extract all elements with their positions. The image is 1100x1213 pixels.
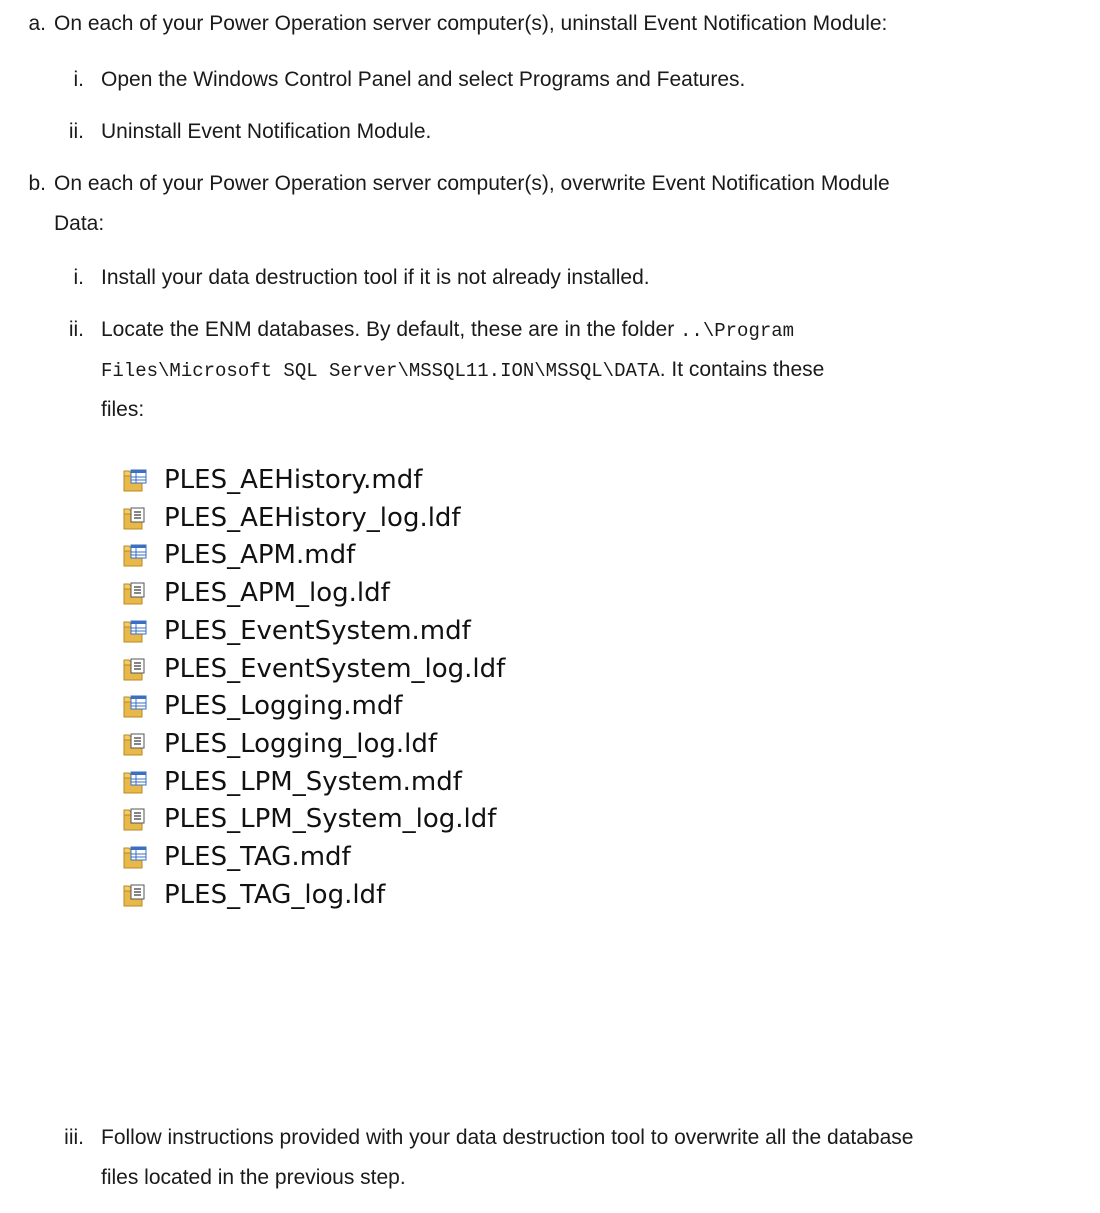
database-file-icon bbox=[122, 542, 148, 568]
file-name: PLES_AEHistory.mdf bbox=[164, 465, 423, 495]
log-file-icon bbox=[122, 882, 148, 908]
step-b-ii-line3: files: bbox=[101, 398, 145, 421]
file-name: PLES_Logging_log.ldf bbox=[164, 729, 438, 759]
file-name: PLES_LPM_System_log.ldf bbox=[164, 804, 497, 834]
step-b-ii-text2: . It contains these bbox=[659, 358, 825, 381]
file-name: PLES_EventSystem.mdf bbox=[164, 616, 471, 646]
step-b-i-text: Install your data destruction tool if it… bbox=[101, 266, 650, 289]
step-b-ii-marker: ii. bbox=[68, 318, 84, 341]
file-item: PLES_APM.mdf bbox=[122, 537, 355, 573]
step-b-iii-line2: files located in the previous step. bbox=[101, 1166, 406, 1189]
file-item: PLES_AEHistory.mdf bbox=[122, 462, 422, 498]
step-b-iii-line1: Follow instructions provided with your d… bbox=[101, 1126, 914, 1149]
folder-path-part2: Files\Microsoft SQL Server\MSSQL11.ION\M… bbox=[101, 360, 660, 382]
step-b-i-marker: i. bbox=[73, 266, 85, 289]
database-file-icon bbox=[122, 769, 148, 795]
step-b-text-line2: Data: bbox=[54, 212, 105, 235]
step-b-text-line1: On each of your Power Operation server c… bbox=[54, 172, 890, 195]
folder-path-part1: ..\Program bbox=[680, 320, 795, 342]
file-item: PLES_EventSystem_log.ldf bbox=[122, 651, 505, 687]
step-a-ii-text: Uninstall Event Notification Module. bbox=[101, 120, 432, 143]
file-item: PLES_TAG.mdf bbox=[122, 839, 351, 875]
file-item: PLES_LPM_System_log.ldf bbox=[122, 801, 496, 837]
step-b-ii-text1: Locate the ENM databases. By default, th… bbox=[101, 318, 681, 341]
file-item: PLES_Logging_log.ldf bbox=[122, 726, 437, 762]
file-item: PLES_AEHistory_log.ldf bbox=[122, 500, 461, 536]
step-a-text: On each of your Power Operation server c… bbox=[54, 12, 888, 35]
step-b-marker: b. bbox=[28, 172, 46, 195]
file-name: PLES_APM.mdf bbox=[164, 540, 356, 570]
file-name: PLES_TAG.mdf bbox=[164, 842, 351, 872]
log-file-icon bbox=[122, 656, 148, 682]
file-item: PLES_APM_log.ldf bbox=[122, 575, 390, 611]
file-name: PLES_LPM_System.mdf bbox=[164, 767, 462, 797]
step-a-i-marker: i. bbox=[73, 68, 85, 91]
log-file-icon bbox=[122, 731, 148, 757]
file-name: PLES_APM_log.ldf bbox=[164, 578, 390, 608]
file-item: PLES_Logging.mdf bbox=[122, 688, 403, 724]
file-name: PLES_TAG_log.ldf bbox=[164, 880, 386, 910]
database-file-icon bbox=[122, 467, 148, 493]
file-item: PLES_LPM_System.mdf bbox=[122, 764, 462, 800]
step-b-iii-marker: iii. bbox=[64, 1126, 84, 1149]
step-a-i-text: Open the Windows Control Panel and selec… bbox=[101, 68, 746, 91]
step-b-ii-line2: Files\Microsoft SQL Server\MSSQL11.ION\M… bbox=[101, 354, 824, 387]
file-item: PLES_EventSystem.mdf bbox=[122, 613, 471, 649]
log-file-icon bbox=[122, 505, 148, 531]
log-file-icon bbox=[122, 806, 148, 832]
step-b-ii-line1: Locate the ENM databases. By default, th… bbox=[101, 314, 794, 347]
database-file-icon bbox=[122, 618, 148, 644]
step-a-marker: a. bbox=[28, 12, 46, 35]
file-name: PLES_AEHistory_log.ldf bbox=[164, 503, 461, 533]
database-file-icon bbox=[122, 693, 148, 719]
file-name: PLES_Logging.mdf bbox=[164, 691, 403, 721]
file-item: PLES_TAG_log.ldf bbox=[122, 877, 385, 913]
file-name: PLES_EventSystem_log.ldf bbox=[164, 654, 506, 684]
database-file-icon bbox=[122, 844, 148, 870]
step-a-ii-marker: ii. bbox=[68, 120, 84, 143]
log-file-icon bbox=[122, 580, 148, 606]
